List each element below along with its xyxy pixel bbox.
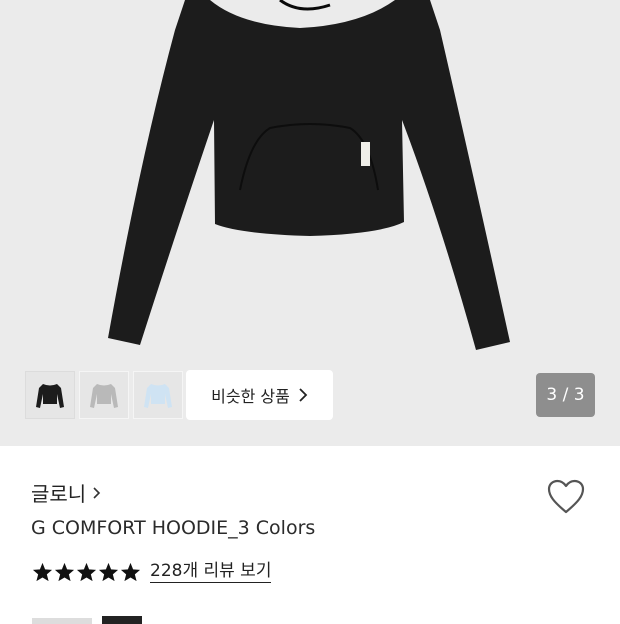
- hoodie-thumb-icon: [90, 384, 118, 408]
- review-link[interactable]: 228개 리뷰 보기: [150, 560, 272, 583]
- brand-link[interactable]: 글로니: [31, 478, 101, 507]
- chevron-right-icon: [299, 388, 308, 402]
- star-icon: [54, 562, 75, 581]
- similar-products-label: 비슷한 상품: [211, 387, 290, 406]
- rating-row: 228개 리뷰 보기: [32, 560, 272, 583]
- price-text-cropped: [32, 616, 142, 624]
- star-icon: [98, 562, 119, 581]
- star-rating: [32, 562, 141, 582]
- thumbnail-strip: [25, 371, 183, 419]
- thumbnail-sky-blue[interactable]: [133, 371, 183, 419]
- heart-icon[interactable]: [546, 478, 586, 516]
- hoodie-thumb-icon: [36, 384, 64, 408]
- product-image-gallery[interactable]: 비슷한 상품 3 / 3: [0, 0, 620, 446]
- brand-name: 글로니: [31, 482, 87, 506]
- chevron-right-icon: [93, 486, 101, 499]
- product-title: G COMFORT HOODIE_3 Colors: [31, 517, 316, 539]
- thumbnail-black[interactable]: [25, 371, 75, 419]
- star-icon: [32, 562, 53, 581]
- image-counter: 3 / 3: [536, 373, 595, 417]
- thumbnail-gray[interactable]: [79, 371, 129, 419]
- star-icon: [120, 562, 141, 581]
- star-icon: [76, 562, 97, 581]
- hoodie-thumb-icon: [144, 384, 172, 408]
- similar-products-button[interactable]: 비슷한 상품: [186, 370, 333, 420]
